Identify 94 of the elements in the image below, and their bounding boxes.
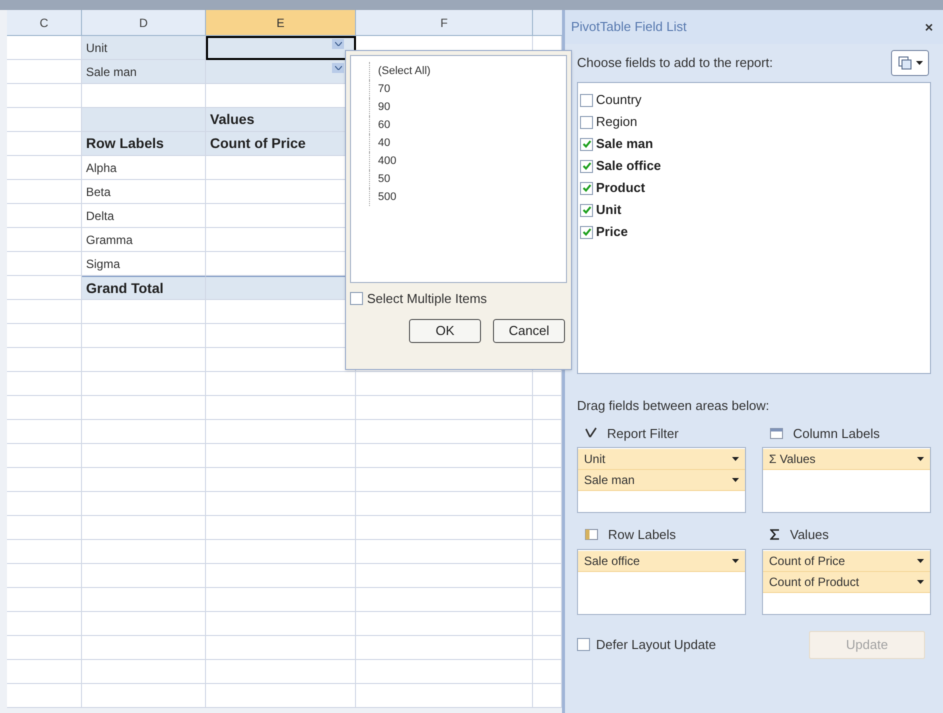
columns-icon <box>770 428 783 439</box>
caret-icon <box>917 457 924 461</box>
table-cell <box>533 684 562 708</box>
field-label[interactable]: Unit <box>596 200 622 220</box>
row-label: Sigma <box>86 256 120 272</box>
field-checkbox[interactable] <box>580 226 593 238</box>
area-field[interactable]: Sale man <box>578 470 745 491</box>
close-button[interactable]: × <box>920 16 937 38</box>
filter-item[interactable]: (Select All) <box>369 62 431 80</box>
table-cell <box>533 420 562 444</box>
panel-title: PivotTable Field List <box>571 18 687 36</box>
drag-prompt: Drag fields between areas below: <box>577 397 770 415</box>
table-cell <box>533 516 562 540</box>
area-field[interactable]: Sale office <box>578 550 745 572</box>
column-header[interactable] <box>533 10 562 36</box>
drop-area[interactable]: Σ Values <box>762 447 931 513</box>
area-field[interactable]: Unit <box>578 449 745 470</box>
filter-icon <box>585 427 597 440</box>
filter-dropdown-button[interactable] <box>332 63 344 73</box>
column-header[interactable]: E <box>206 10 356 36</box>
table-cell <box>533 588 562 612</box>
table-cell <box>533 444 562 468</box>
field-checkbox[interactable] <box>580 94 593 106</box>
column-header[interactable]: C <box>7 10 82 36</box>
filter-item[interactable]: 500 <box>369 188 396 206</box>
row-labels-header[interactable]: Row Labels <box>86 133 164 154</box>
table-cell <box>533 636 562 660</box>
area-field[interactable]: Count of Price <box>763 550 930 572</box>
chevron-icon <box>334 66 342 70</box>
count-header: Count of Price <box>210 134 306 153</box>
filter-label: Sale man <box>86 64 137 80</box>
values-header: Values <box>210 110 254 129</box>
checkbox[interactable] <box>350 292 363 306</box>
layout-menu-button[interactable] <box>891 50 929 76</box>
field-label[interactable]: Price <box>596 222 628 242</box>
grand-total-label: Grand Total <box>86 278 164 298</box>
filter-item[interactable]: 50 <box>369 170 390 188</box>
layout-icon <box>898 56 912 70</box>
filter-label: Unit <box>86 40 108 56</box>
filter-item[interactable]: 60 <box>369 116 390 134</box>
rows-icon <box>585 529 598 540</box>
area-title: Row Labels <box>608 526 676 544</box>
filter-item[interactable]: 400 <box>369 152 396 170</box>
column-header[interactable]: D <box>82 10 206 36</box>
caret-icon <box>732 478 739 482</box>
field-checkbox[interactable] <box>580 182 593 194</box>
checkbox-label: Defer Layout Update <box>596 636 716 654</box>
table-cell <box>533 612 562 636</box>
filter-item[interactable]: 90 <box>369 98 390 116</box>
field-label[interactable]: Sale man <box>596 134 654 154</box>
area-field[interactable]: Σ Values <box>763 449 930 470</box>
caret-icon <box>917 580 924 584</box>
caret-icon <box>916 61 922 65</box>
area-title: Values <box>790 526 829 544</box>
checkbox[interactable] <box>577 638 590 651</box>
table-cell <box>533 492 562 516</box>
field-checkbox[interactable] <box>580 160 593 172</box>
caret-icon <box>732 457 739 461</box>
field-label[interactable]: Country <box>596 90 642 110</box>
field-label[interactable]: Region <box>596 112 638 132</box>
field-checkbox[interactable] <box>580 204 593 216</box>
table-cell <box>533 540 562 564</box>
area-title: Column Labels <box>793 424 880 442</box>
checkbox-label: Select Multiple Items <box>367 290 487 308</box>
area-field[interactable]: Count of Product <box>763 572 930 592</box>
table-cell <box>533 564 562 588</box>
field-label[interactable]: Sale office <box>596 156 662 176</box>
field-label[interactable]: Product <box>596 178 646 198</box>
prompt-text: Choose fields to add to the report: <box>577 54 773 72</box>
filter-dropdown-button[interactable] <box>332 39 344 49</box>
row-label: Gramma <box>86 232 133 248</box>
table-cell <box>533 372 562 396</box>
caret-icon <box>917 558 924 562</box>
row-label: Delta <box>86 208 114 224</box>
filter-item[interactable]: 70 <box>369 80 390 98</box>
chevron-icon <box>334 42 342 46</box>
dialog-button[interactable]: OK <box>409 318 481 342</box>
table-cell <box>533 468 562 492</box>
dialog-button[interactable]: Cancel <box>493 318 565 342</box>
field-checkbox[interactable] <box>580 116 593 128</box>
filter-value-cell[interactable] <box>206 36 356 60</box>
drop-area[interactable]: Unit Sale man <box>577 447 746 513</box>
caret-icon <box>732 558 739 562</box>
table-cell <box>533 660 562 684</box>
column-header[interactable]: F <box>356 10 533 36</box>
filter-item[interactable]: 40 <box>369 134 390 152</box>
area-title: Report Filter <box>607 424 679 443</box>
row-label: Alpha <box>86 160 117 176</box>
table-cell <box>533 396 562 420</box>
drop-area[interactable]: Sale office <box>577 548 746 614</box>
drop-area[interactable]: Count of Price Count of Product <box>762 548 931 614</box>
sigma-icon <box>770 529 780 540</box>
field-checkbox[interactable] <box>580 138 593 150</box>
row-label: Beta <box>86 184 111 200</box>
